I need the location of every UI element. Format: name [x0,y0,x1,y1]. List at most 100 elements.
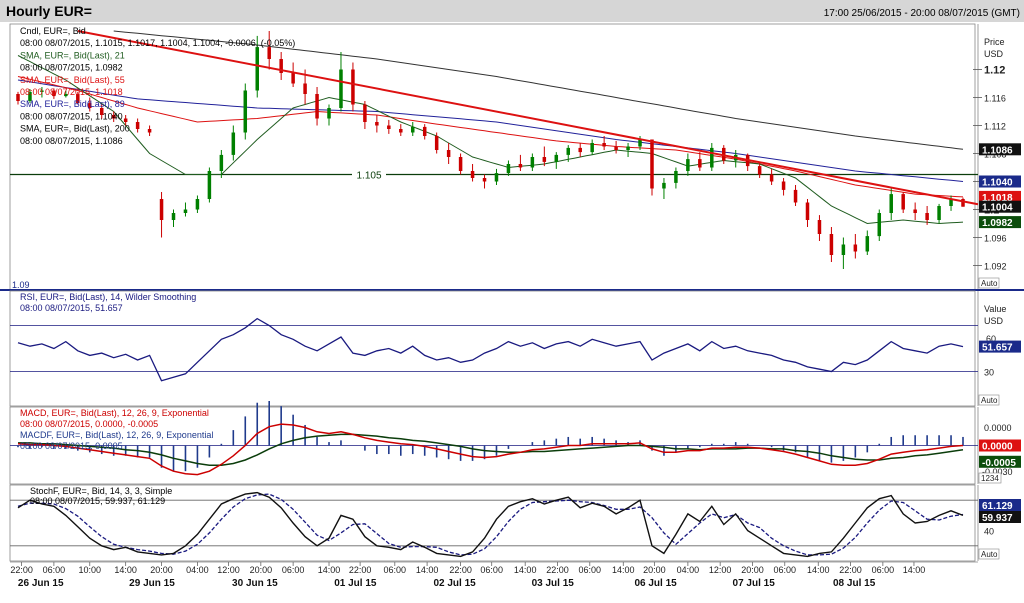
stoch-legend-line: 08:00 08/07/2015, 59.937, 61.129 [30,496,165,506]
candle-body [686,159,690,171]
candle-body [602,143,606,147]
candle-body [769,174,774,182]
price-axis-unit: USD [984,49,1004,59]
candle-body [901,194,905,210]
candle-body [434,136,439,150]
candle-body [375,122,379,126]
candle-body [757,166,762,175]
hour-label: 06:00 [43,565,66,575]
hour-label: 14:00 [514,565,537,575]
candle-body [339,69,343,108]
price-tag: 1.1086 [982,145,1013,156]
macd-legend-line: MACDF, EUR=, Bid(Last), 12, 26, 9, Expon… [20,430,213,440]
stoch-tag: 59.937 [982,513,1013,524]
candle-body [207,171,212,199]
candle-body [913,209,917,213]
price-tag: 1.1040 [982,178,1013,189]
stoch-auto-label: Auto [981,550,998,559]
candle-body [925,213,929,220]
price-legend-line: SMA, EUR=, Bid(Last), 21 [20,50,125,60]
candle-body [183,209,188,213]
day-label: 30 Jun 15 [232,578,278,589]
candle-body [530,157,535,168]
candle-body [387,125,391,129]
candle-body [135,122,140,129]
price-legend-line: 08:00 08/07/2015, 1.1018 [20,87,123,97]
candle-body [889,194,893,213]
price-tick-label: 1.112 [984,122,1006,132]
price-legend-line: 08:00 08/07/2015, 1.0982 [20,63,123,73]
price-legend-line: 08:00 08/07/2015, 1.1086 [20,136,123,146]
candle-body [243,90,248,133]
candle-body [937,206,941,220]
candle-body [566,147,571,155]
candle-body [315,94,319,119]
rsi-legend-line: 08:00 08/07/2015, 51.657 [20,303,123,313]
rsi-tag: 51.657 [982,343,1013,354]
day-label: 01 Jul 15 [334,578,377,589]
macd-legend-line: 08:00 08/07/2015, 0.0005 [20,441,123,451]
day-label: 07 Jul 15 [733,578,776,589]
price-legend-line: SMA, EUR=, Bid(Last), 89 [20,99,125,109]
rsi-auto-label: Auto [981,396,998,405]
candle-body [662,182,666,189]
candle-body [506,164,511,174]
macd-pane[interactable]: 0.0000-0.0030MACD, EUR=, Bid(Last), 12, … [9,401,1021,485]
hour-label: 06:00 [480,565,503,575]
macd-tag: 0.0000 [982,442,1013,453]
candle-body [422,126,427,136]
macd-legend-line: MACD, EUR=, Bid(Last), 12, 26, 9, Expone… [20,408,209,418]
candle-body [458,157,463,171]
price-tick-label: 1.096 [984,234,1007,244]
price-auto-label: Auto [981,279,998,288]
stochastic-pane[interactable]: 40 StochF, EUR=, Bid, 14, 3, 3, Simple08:… [9,484,1021,562]
candle-body [841,244,846,255]
rsi-legend-line: RSI, EUR=, Bid(Last), 14, Wilder Smoothi… [20,292,196,302]
hour-label: 22:00 [839,565,862,575]
candle-body [554,154,559,162]
macd-top-tick-label: 0.0000 [984,423,1012,433]
candle-body [291,73,295,84]
horizontal-level-label: 1.105 [356,171,381,182]
candle-body [674,171,678,183]
price-tag: 1.1004 [982,203,1013,214]
candle-body [698,159,702,168]
rsi-axis-unit: USD [984,316,1004,326]
candle-body [470,171,475,178]
candle-body [793,189,798,203]
candle-body [363,104,367,122]
stoch-tick-label: 40 [984,527,994,537]
candle-body [219,154,224,171]
candle-body [482,178,487,182]
macd-scale-label: 1234 [981,474,999,483]
hour-label: 06:00 [384,565,407,575]
day-label: 26 Jun 15 [18,578,64,589]
hour-label: 14:00 [612,565,635,575]
candle-body [351,69,355,105]
price-pane[interactable]: PriceUSD1.121.1161.1121.1081.1041.11.096… [0,23,1024,291]
price-legend-line: 08:00 08/07/2015, 1.1015, 1.1017, 1.1004… [20,38,295,48]
candle-body [231,132,236,155]
candle-body [123,118,128,122]
candle-body [171,213,176,220]
hour-label: 04:00 [186,565,209,575]
hour-label: 04:00 [677,565,700,575]
rsi-pane[interactable]: ValueUSD6030RSI, EUR=, Bid(Last), 14, Wi… [9,290,1021,407]
macd-legend-line: 08:00 08/07/2015, 0.0000, -0.0005 [20,419,158,429]
candle-body [829,234,834,255]
hour-label: 14:00 [903,565,926,575]
price-legend-line: 08:00 08/07/2015, 1.1040 [20,111,123,121]
hour-label: 22:00 [10,565,33,575]
candle-body [327,108,331,119]
price-legend-line: Cndl, EUR=, Bid [20,26,86,36]
candle-body [255,47,259,91]
hour-label: 14:00 [416,565,439,575]
rsi-tick-label: 30 [984,368,994,378]
chart-canvas: Hourly EUR= 17:00 25/06/2015 - 20:00 08/… [0,0,1024,603]
hour-label: 20:00 [250,565,273,575]
day-label: 08 Jul 15 [833,578,876,589]
day-label: 29 Jun 15 [129,578,175,589]
price-tick-label: 1.092 [984,262,1007,272]
candle-body [446,150,451,157]
macd-tag: -0.0005 [982,458,1016,469]
